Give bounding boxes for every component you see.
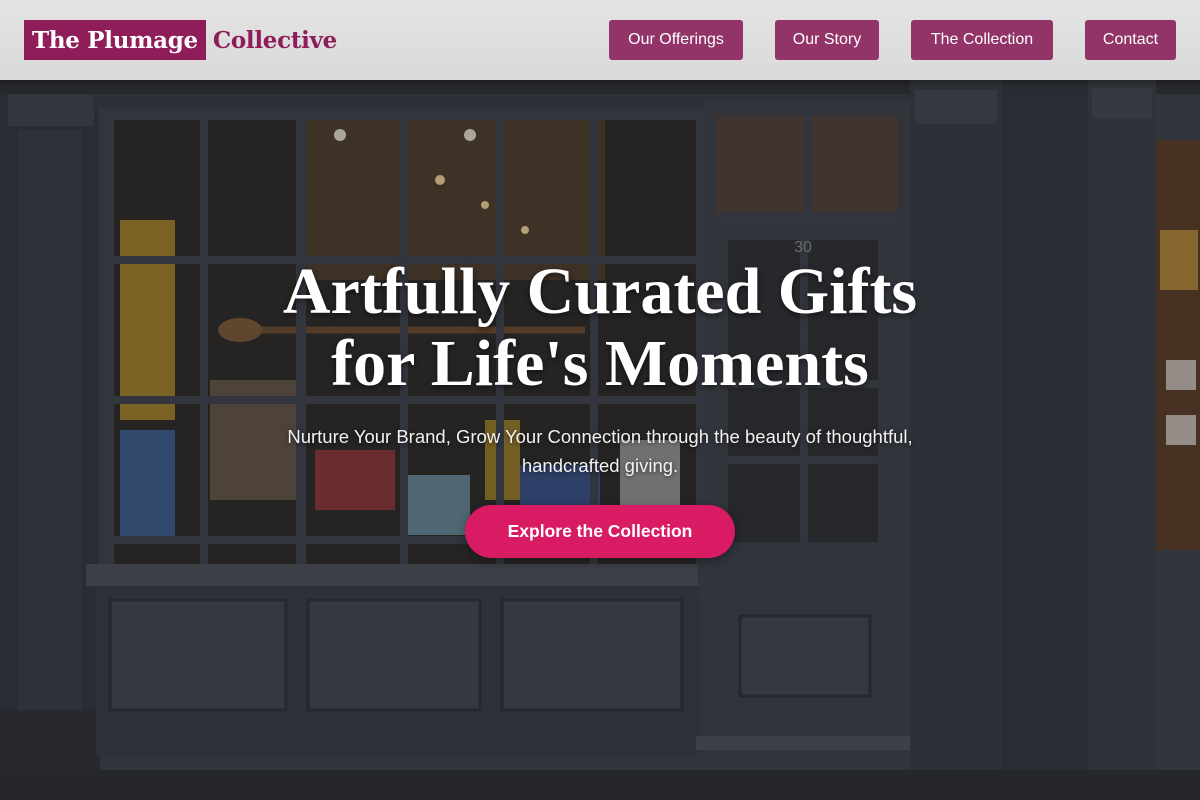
hero-title-line2: for Life's Moments	[331, 327, 869, 400]
hero-title: Artfully Curated Gifts for Life's Moment…	[200, 256, 1000, 400]
nav-our-story[interactable]: Our Story	[775, 20, 879, 60]
nav-our-offerings[interactable]: Our Offerings	[609, 20, 743, 60]
brand-name-secondary: Collective	[212, 26, 338, 54]
hero-section: 30 Artfully Curated Gifts for Life's Mom…	[0, 80, 1200, 800]
brand-logo[interactable]: The Plumage Collective	[24, 20, 337, 60]
hero-subtitle: Nurture Your Brand, Grow Your Connection…	[287, 426, 913, 476]
nav-the-collection[interactable]: The Collection	[911, 20, 1053, 60]
hero-title-line1: Artfully Curated Gifts	[282, 255, 918, 328]
explore-collection-button[interactable]: Explore the Collection	[465, 505, 735, 558]
site-header: The Plumage Collective Our Offerings Our…	[0, 0, 1200, 80]
nav-contact[interactable]: Contact	[1085, 20, 1176, 60]
brand-name-primary: The Plumage	[24, 20, 206, 60]
